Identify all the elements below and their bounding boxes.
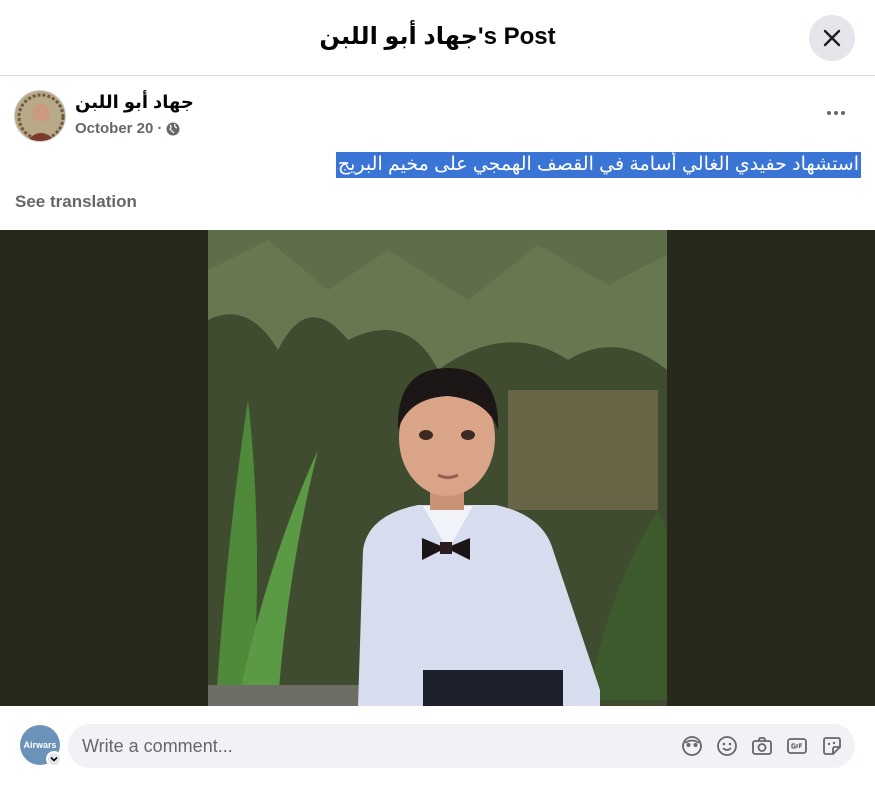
gif-icon <box>787 738 807 754</box>
sticker-button[interactable] <box>820 734 844 758</box>
post-dialog: جهاد أبو اللبن's Post جهاد أبو اللبن Oct… <box>0 0 875 789</box>
comment-bar: Airwars <box>0 706 875 789</box>
emoji-button[interactable] <box>715 734 739 758</box>
comment-box[interactable] <box>68 724 855 768</box>
dialog-title: جهاد أبو اللبن's Post <box>319 23 556 50</box>
comment-input[interactable] <box>82 724 662 768</box>
more-options-button[interactable] <box>819 100 853 126</box>
post-header: جهاد أبو اللبن October 20 · استشهاد حفيد… <box>0 76 875 230</box>
dialog-header: جهاد أبو اللبن's Post <box>0 0 875 76</box>
camera-icon <box>752 737 772 755</box>
post-meta: October 20 · <box>75 120 180 137</box>
close-button[interactable] <box>809 15 855 61</box>
meta-separator: · <box>157 120 163 137</box>
author-name[interactable]: جهاد أبو اللبن <box>75 92 194 113</box>
avatar-sticker-button[interactable] <box>680 734 704 758</box>
more-icon <box>827 111 831 115</box>
globe-icon <box>166 122 180 135</box>
post-date[interactable]: October 20 <box>75 120 153 137</box>
photo-button[interactable] <box>750 734 774 758</box>
chevron-down-icon <box>50 756 58 762</box>
author-avatar[interactable] <box>14 90 66 142</box>
post-photo[interactable] <box>208 230 667 706</box>
avatar-switch-button[interactable] <box>46 751 62 767</box>
post-media[interactable] <box>0 230 875 706</box>
close-icon <box>823 29 841 47</box>
emoji-icon <box>717 736 737 756</box>
avatar-sticker-icon <box>682 736 702 756</box>
post-text: استشهاد حفيدي الغالي أسامة في القصف الهم… <box>335 152 861 178</box>
gif-button[interactable] <box>785 734 809 758</box>
sticker-icon <box>823 737 841 755</box>
see-translation-link[interactable]: See translation <box>15 192 137 212</box>
